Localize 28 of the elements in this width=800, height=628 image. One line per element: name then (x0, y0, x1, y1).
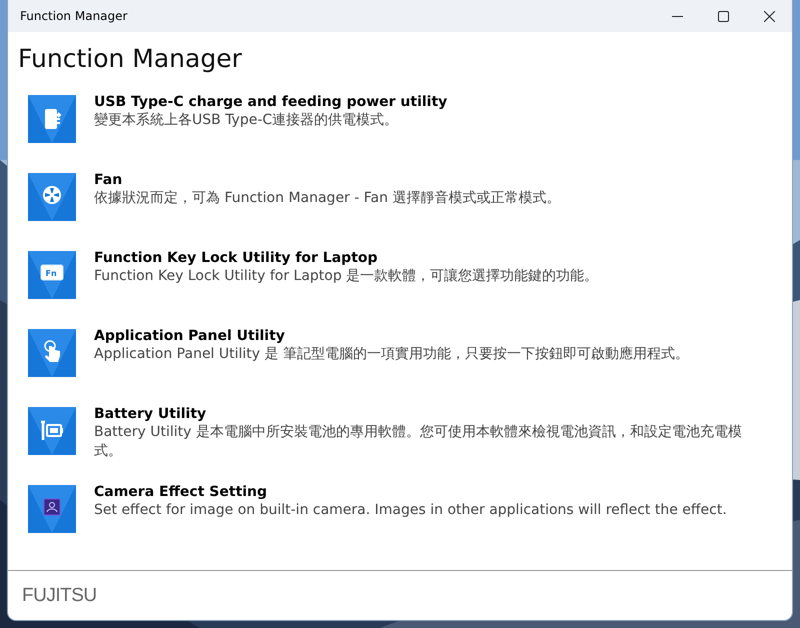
function-description: 變更本系統上各USB Type-C連接器的供電模式。 (94, 111, 400, 130)
hand-icon (28, 329, 76, 377)
key-label: Fn (46, 269, 57, 278)
function-description: Battery Utility 是本電腦中所安裝電池的專用軟體。您可使用本軟體來檢視電池資訊，和設定電池充電模式。 (94, 423, 743, 461)
function-title[interactable]: Battery Utility (94, 405, 762, 423)
function-description: 依據狀況而定，可為 Function Manager - Fan 選擇靜音模式或正常模式。 (94, 189, 560, 208)
function-description: Function Key Lock Utility for Laptop 是一款軟體，可讓您選擇功能鍵的功能。 (94, 267, 598, 286)
function-entry[interactable]: Battery Utility Battery Utility 是本電腦中所安裝電池的專用軟體。您可使用本軟體來檢視電池資訊，和設定電池充電模式。 (8, 405, 792, 483)
function-description: Application Panel Utility 是 筆記型電腦的一項實用功能，只要按一下按鈕即可啟動應用程式。 (94, 345, 689, 364)
close-icon (764, 10, 774, 22)
app-heading: Function Manager (18, 44, 242, 72)
function-title[interactable]: Application Panel Utility (94, 327, 689, 345)
function-entry[interactable]: Fan 依據狀況而定，可為 Function Manager - Fan 選擇靜音模式或正常模式。 (8, 171, 792, 249)
fan-icon (28, 173, 76, 221)
brand-logo: FUJITSU (22, 584, 97, 606)
function-title[interactable]: USB Type-C charge and feeding power utility (94, 93, 448, 111)
window-title: Function Manager (19, 9, 128, 23)
camera-icon (28, 485, 76, 533)
function-entry[interactable]: USB Type-C charge and feeding power utility 變更本系統上各USB Type-C連接器的供電模式。 (8, 93, 792, 171)
battery-icon (28, 407, 76, 455)
function-title[interactable]: Camera Effect Setting (94, 483, 727, 501)
function-description: Set effect for image on built-in camera. Images in other applications will reflect the effect. (94, 501, 727, 520)
function-entry[interactable]: Application Panel Utility Application Panel Utility 是 筆記型電腦的一項實用功能，只要按一下按鈕即可啟動應用程式。 (8, 327, 792, 405)
function-title[interactable]: Function Key Lock Utility for Laptop (94, 249, 598, 267)
function-entry[interactable]: Fn Function Key Lock Utility for Laptop Function Key Lock Utility for Laptop 是一款軟體，可讓您選擇功能鍵的功能。 (8, 249, 792, 327)
function-entry[interactable]: Camera Effect Setting Set effect for image on built-in camera. Images in other applications will reflect the effect. (8, 483, 792, 561)
maximize-icon (718, 10, 728, 22)
function-title[interactable]: Fan (94, 171, 560, 189)
